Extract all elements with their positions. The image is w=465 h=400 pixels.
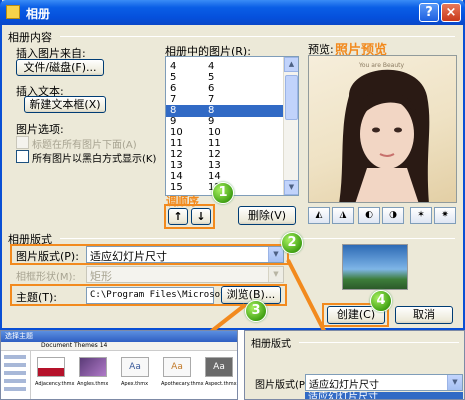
- theme-thumb[interactable]: Aa: [205, 357, 233, 377]
- theme-grid: Aa Aa Aa Adjacency.thmx Angles.thmx Apex…: [31, 351, 237, 399]
- layout-zoom-panel: 相册版式 图片版式(P): 适应幻灯片尺寸 ▼ 适应幻灯片尺寸: [244, 330, 465, 400]
- divider: [299, 342, 459, 343]
- address-bar: Document Themes 14: [1, 342, 237, 351]
- theme-name: Adjacency.thmx: [35, 381, 75, 387]
- theme-thumb[interactable]: Aa: [121, 357, 149, 377]
- chevron-down-icon: ▼: [447, 375, 462, 390]
- address-path: Document Themes 14: [41, 342, 108, 349]
- nav-pane[interactable]: [1, 351, 31, 399]
- theme-name: Aspect.thmx: [205, 381, 237, 387]
- theme-thumb[interactable]: Aa: [163, 357, 191, 377]
- theme-thumb[interactable]: [79, 357, 107, 377]
- zoom-picture-layout-label: 图片版式(P):: [255, 380, 313, 391]
- zoom-layout-header: 相册版式: [251, 339, 291, 350]
- theme-thumb[interactable]: [37, 357, 65, 377]
- theme-chooser-title: 选择主题: [5, 332, 33, 340]
- theme-chooser-panel: 选择主题 Document Themes 14 Aa Aa Aa Adjacen…: [0, 330, 238, 400]
- theme-name: Apex.thmx: [121, 381, 149, 387]
- theme-chooser-titlebar: 选择主题: [1, 331, 237, 342]
- zoom-picture-layout-value: 适应幻灯片尺寸: [309, 380, 379, 391]
- theme-name: Apothecary.thmx: [161, 381, 204, 387]
- dropdown-option-highlight[interactable]: 适应幻灯片尺寸: [305, 392, 463, 399]
- theme-name: Angles.thmx: [77, 381, 109, 387]
- zoom-picture-layout-select[interactable]: 适应幻灯片尺寸 ▼: [305, 374, 463, 391]
